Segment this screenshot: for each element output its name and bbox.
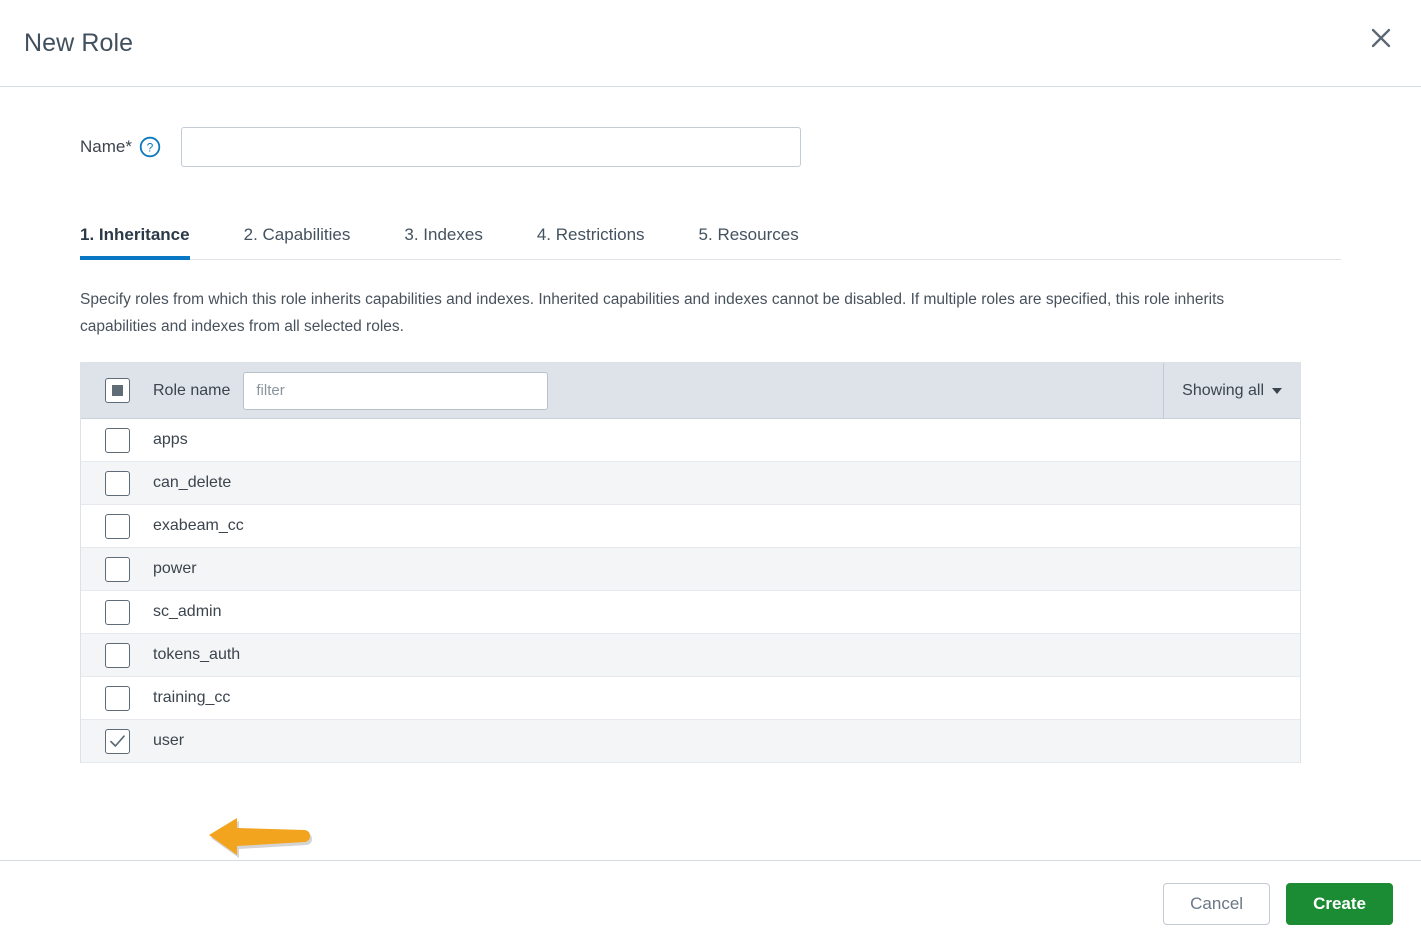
- checkmark-icon: [109, 734, 125, 747]
- dialog-body: Name* ? 1. Inheritance 2. Capabilities 3…: [0, 87, 1421, 860]
- chevron-down-icon: [1272, 387, 1282, 394]
- row-checkbox-training-cc[interactable]: [104, 685, 130, 711]
- svg-text:?: ?: [147, 141, 154, 155]
- tab-restrictions[interactable]: 4. Restrictions: [537, 225, 645, 259]
- role-name-label: exabeam_cc: [153, 517, 244, 534]
- role-name-label: sc_admin: [153, 603, 222, 620]
- filter-input[interactable]: [243, 371, 549, 410]
- showing-all-label: Showing all: [1182, 381, 1264, 399]
- arrow-left-annotation-icon: [209, 818, 312, 858]
- close-icon-glyph: [1371, 28, 1391, 48]
- role-name-label: tokens_auth: [153, 646, 241, 663]
- dialog-footer: Cancel Create: [0, 860, 1421, 947]
- row-checkbox-apps[interactable]: [104, 427, 130, 453]
- tab-inheritance[interactable]: 1. Inheritance: [80, 225, 190, 260]
- help-circle-icon[interactable]: ?: [139, 136, 161, 158]
- dialog-header: New Role: [0, 0, 1421, 87]
- row-checkbox-can-delete[interactable]: [104, 470, 130, 496]
- role-name-label: training_cc: [153, 689, 231, 706]
- create-button[interactable]: Create: [1286, 883, 1393, 925]
- role-table: Role name Showing all apps can_delete: [80, 362, 1301, 763]
- table-row[interactable]: exabeam_cc: [81, 505, 1300, 548]
- required-marker: *: [125, 137, 132, 156]
- indeterminate-mark-icon: [111, 385, 123, 396]
- table-row[interactable]: sc_admin: [81, 591, 1300, 634]
- table-row[interactable]: user: [81, 720, 1300, 763]
- row-checkbox-cell: [81, 599, 153, 625]
- table-row[interactable]: apps: [81, 419, 1300, 462]
- row-checkbox-cell: [81, 470, 153, 496]
- step-tabs: 1. Inheritance 2. Capabilities 3. Indexe…: [80, 212, 1341, 260]
- page-title: New Role: [24, 28, 134, 57]
- help-circle-icon-glyph: ?: [139, 136, 161, 158]
- new-role-dialog: New Role Name* ? 1. Inheritance 2. Capab…: [0, 0, 1421, 947]
- name-field-row: Name* ?: [80, 127, 1341, 167]
- tab-capabilities[interactable]: 2. Capabilities: [244, 225, 351, 259]
- table-row[interactable]: tokens_auth: [81, 634, 1300, 677]
- row-checkbox-power[interactable]: [104, 556, 130, 582]
- role-name-label: power: [153, 560, 197, 577]
- inheritance-description: Specify roles from which this role inher…: [80, 291, 1225, 335]
- row-checkbox-cell: [81, 513, 153, 539]
- row-checkbox-exabeam-cc[interactable]: [104, 513, 130, 539]
- name-input[interactable]: [180, 127, 801, 167]
- table-row[interactable]: can_delete: [81, 462, 1300, 505]
- select-all-cell: [81, 378, 153, 403]
- table-row[interactable]: power: [81, 548, 1300, 591]
- row-checkbox-cell: [81, 728, 153, 754]
- role-name-label: user: [153, 732, 185, 749]
- cancel-button[interactable]: Cancel: [1163, 883, 1271, 925]
- role-name-label: apps: [153, 431, 188, 448]
- tab-resources[interactable]: 5. Resources: [699, 225, 799, 259]
- table-header-row: Role name Showing all: [81, 362, 1300, 419]
- showing-all-dropdown[interactable]: Showing all: [1163, 362, 1300, 419]
- name-label: Name*: [80, 137, 132, 157]
- select-all-checkbox[interactable]: [104, 378, 130, 403]
- close-icon[interactable]: [1363, 20, 1399, 56]
- name-label-text: Name: [80, 137, 126, 156]
- row-checkbox-tokens-auth[interactable]: [104, 642, 130, 668]
- column-header-role-name: Role name: [153, 381, 231, 399]
- role-name-label: can_delete: [153, 474, 232, 491]
- row-checkbox-user[interactable]: [104, 728, 130, 754]
- row-checkbox-cell: [81, 642, 153, 668]
- tab-indexes[interactable]: 3. Indexes: [404, 225, 482, 259]
- table-row[interactable]: training_cc: [81, 677, 1300, 720]
- row-checkbox-cell: [81, 685, 153, 711]
- row-checkbox-cell: [81, 556, 153, 582]
- row-checkbox-cell: [81, 427, 153, 453]
- row-checkbox-sc-admin[interactable]: [104, 599, 130, 625]
